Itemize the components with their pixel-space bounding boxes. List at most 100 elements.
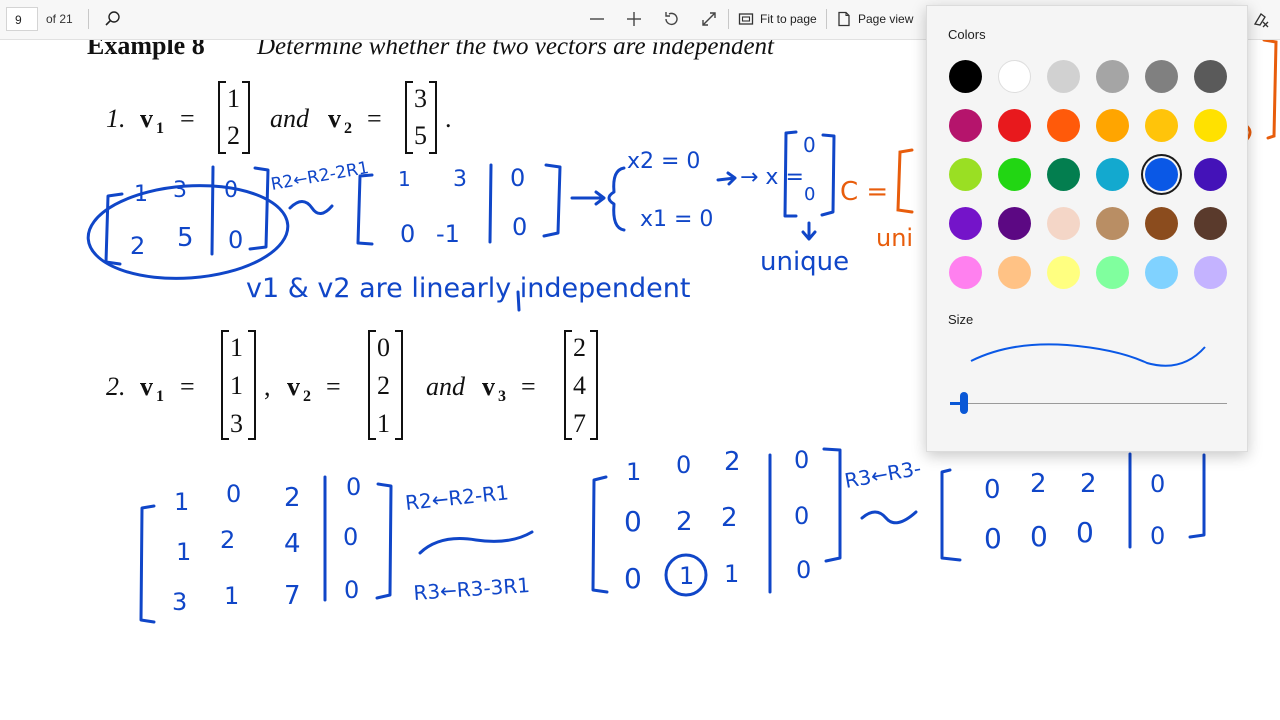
rotate-button[interactable] (662, 6, 680, 32)
ink-system-x1: x1 = 0 (640, 207, 713, 232)
ink-orange-c: C = (840, 177, 888, 207)
ink-aug2-reduced-entry: 0 (676, 451, 691, 479)
ink-aug1-reduced-entry: 0 (512, 213, 527, 241)
ink-aug1-reduced-entry: 0 (400, 220, 415, 248)
size-heading: Size (948, 312, 974, 327)
ink-aug3-entry: 0 (984, 475, 1001, 505)
ink-aug1-entry: 0 (228, 226, 243, 254)
color-swatch[interactable] (1047, 60, 1080, 93)
color-swatch[interactable] (1145, 256, 1178, 289)
color-swatch[interactable] (998, 207, 1031, 240)
color-swatch[interactable] (949, 207, 982, 240)
zoom-in-button[interactable] (625, 6, 643, 32)
fit-page-icon (738, 13, 754, 25)
item2-v2-subscript: 2 (303, 388, 311, 405)
color-swatch[interactable] (1047, 109, 1080, 142)
item1-v1-entry: 2 (227, 121, 240, 150)
item1-number: 1. (106, 104, 126, 133)
ink-aug2-entry: 0 (346, 473, 361, 501)
ink-aug2-reduced-entry: 0 (624, 505, 642, 538)
color-swatch[interactable] (998, 109, 1031, 142)
search-icon (105, 11, 120, 26)
ink-aug1-entry: 3 (173, 178, 187, 203)
item2-v1-entry: 1 (230, 371, 243, 400)
page-view-button[interactable]: Page view (836, 6, 913, 32)
item2-v1-entry: 1 (230, 333, 243, 362)
item1-v2-subscript: 2 (344, 120, 352, 137)
ink-aug2-reduced-entry: 2 (721, 503, 738, 533)
ink-aug3-entry: 2 (1080, 469, 1097, 499)
color-swatch[interactable] (1194, 207, 1227, 240)
color-swatch[interactable] (1047, 256, 1080, 289)
ink-x-equals: → x = (740, 165, 804, 190)
color-swatch[interactable] (1194, 158, 1227, 191)
ink-aug2-entry: 0 (226, 480, 241, 508)
item2-v1-entry: 3 (230, 409, 243, 438)
color-swatch[interactable] (949, 256, 982, 289)
example-text: Determine whether the two vectors are in… (256, 40, 775, 60)
toolbar-divider (826, 9, 827, 29)
item2-v3-entry: 7 (573, 409, 586, 438)
color-swatch[interactable] (949, 158, 982, 191)
color-swatch[interactable] (1145, 109, 1178, 142)
color-swatch[interactable] (1047, 158, 1080, 191)
color-swatch[interactable] (1194, 60, 1227, 93)
item2-v2-entry: 0 (377, 333, 390, 362)
search-button[interactable] (104, 6, 122, 32)
ink-aug3-entry: 0 (1076, 516, 1094, 549)
page-number-input[interactable]: 9 (6, 7, 38, 31)
color-swatch[interactable] (1194, 256, 1227, 289)
color-swatch[interactable] (998, 256, 1031, 289)
item2-v2-entry: 1 (377, 409, 390, 438)
color-swatch[interactable] (949, 60, 982, 93)
zoom-out-button[interactable] (588, 6, 606, 32)
ink-aug1-reduced-entry: 0 (510, 164, 525, 192)
item2-number: 2. (106, 372, 126, 401)
color-swatch[interactable] (1096, 207, 1129, 240)
color-swatch[interactable] (1047, 207, 1080, 240)
ink-aug2-entry: 0 (344, 576, 359, 604)
color-swatch[interactable] (1145, 158, 1178, 191)
toolbar-divider (88, 9, 89, 29)
color-swatch[interactable] (998, 60, 1031, 93)
ink-orange-uni: uni (876, 224, 913, 252)
ink-aug3-entry: 0 (1150, 470, 1165, 498)
color-swatch[interactable] (998, 158, 1031, 191)
ink-aug3-entry: 2 (1030, 469, 1047, 499)
ink-aug2-entry: 1 (224, 582, 239, 610)
fit-to-page-button[interactable]: Fit to page (738, 6, 817, 32)
clear-ink-button[interactable] (1252, 10, 1270, 33)
typeset-brackets (218, 81, 598, 440)
color-swatch[interactable] (949, 109, 982, 142)
fullscreen-button[interactable] (700, 6, 718, 32)
item1-equals: = (180, 104, 195, 133)
ink-row-op-2b: R3←R3-3R1 (413, 573, 531, 605)
color-swatch[interactable] (1096, 60, 1129, 93)
ink-aug2-reduced-entry: 2 (676, 507, 693, 537)
ink-aug2-reduced-entry: 0 (794, 446, 809, 474)
ink-row-op-2a: R2←R2-R1 (404, 480, 510, 515)
color-swatch[interactable] (1145, 60, 1178, 93)
ink-aug1-entry: 1 (134, 182, 148, 207)
item1-period: . (445, 104, 452, 133)
color-swatch[interactable] (1145, 207, 1178, 240)
toolbar-divider (728, 9, 729, 29)
item2-v3-subscript: 3 (498, 388, 506, 405)
ink-aug2-reduced-entry: 1 (724, 560, 739, 588)
ink-x-vector-entry: 0 (804, 184, 815, 205)
page-view-label: Page view (858, 12, 914, 26)
size-slider-track[interactable] (950, 403, 1227, 404)
zoom-in-icon (627, 12, 641, 26)
color-swatch[interactable] (1096, 109, 1129, 142)
ink-row-op-1: R2←R2-2R1 (269, 158, 370, 195)
color-swatch[interactable] (1096, 256, 1129, 289)
size-slider-thumb[interactable] (960, 392, 968, 414)
color-swatch[interactable] (1194, 109, 1227, 142)
ink-aug1-entry: 0 (224, 178, 238, 203)
ink-aug2-entry: 2 (284, 483, 301, 513)
color-swatch[interactable] (1096, 158, 1129, 191)
item1-v2-entry: 3 (414, 84, 427, 113)
colors-heading: Colors (948, 27, 986, 42)
item1-v1-entry: 1 (227, 84, 240, 113)
ink-aug2-entry: 3 (172, 588, 187, 616)
